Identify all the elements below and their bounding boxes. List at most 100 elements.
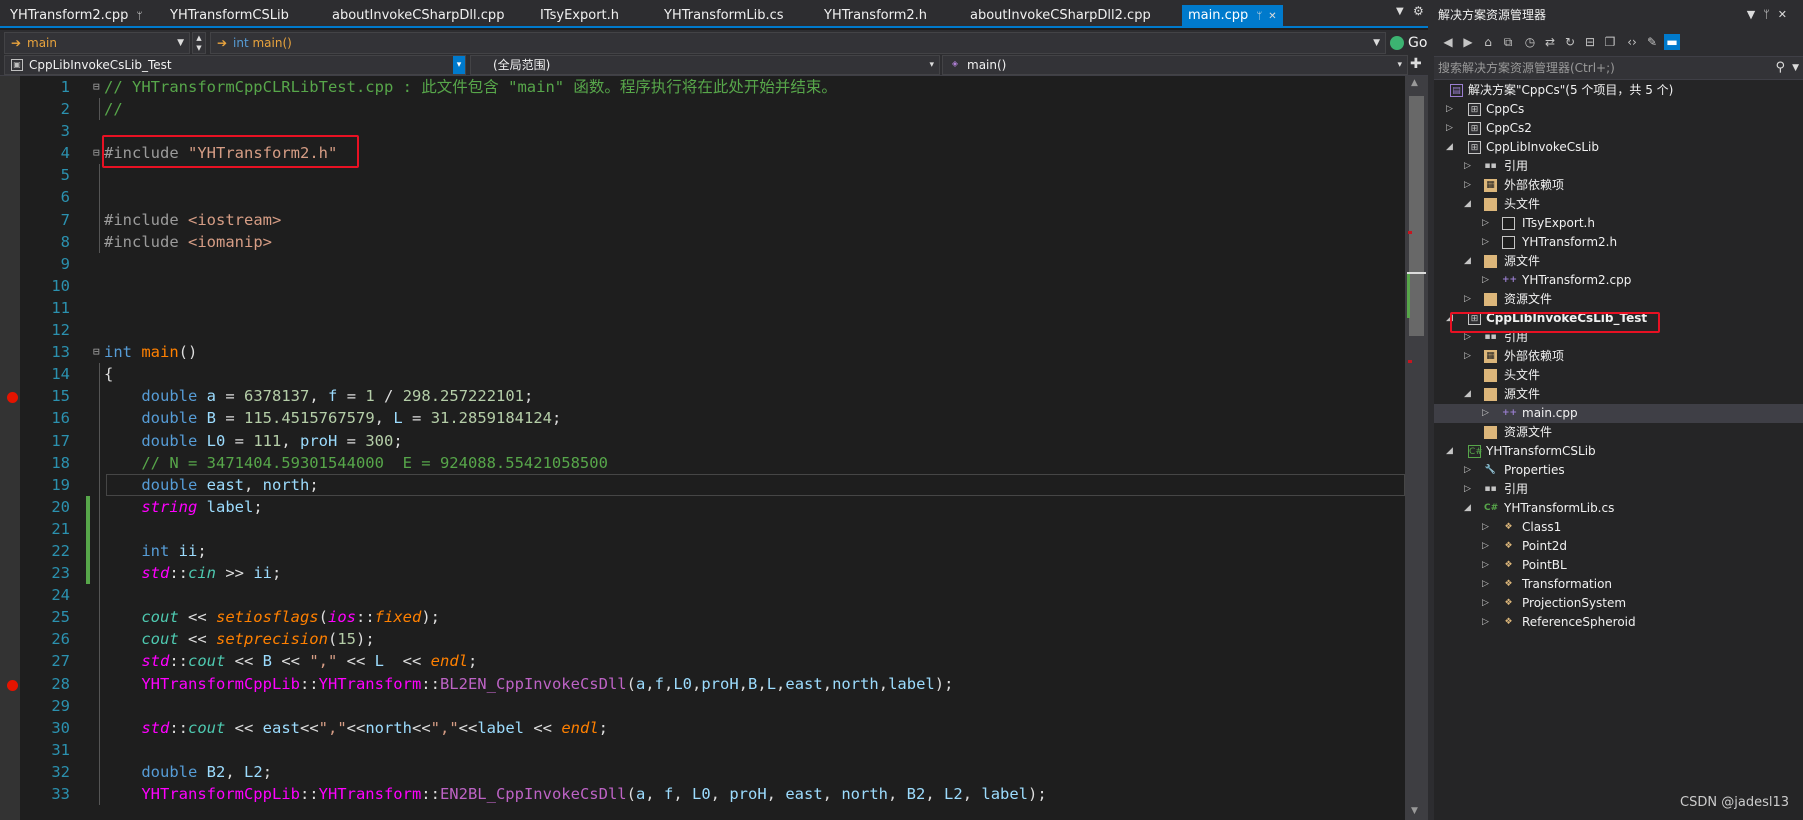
code-line[interactable]: 22 int ii; [20,540,1405,562]
member-combo[interactable]: ◈ main() ▾ [942,55,1408,75]
sync-icon[interactable]: ⇄ [1542,34,1558,50]
tab-aboutinvokecsharpdll-cpp[interactable]: aboutInvokeCSharpDll.cpp [326,5,510,26]
code-editor[interactable]: 1⊟// YHTransformCppCLRLibTest.cpp : 此文件包… [0,76,1405,820]
tree-node-file[interactable]: ▷YHTransform2.h [1434,233,1803,252]
expand-icon[interactable]: ▷ [1464,290,1474,309]
code-line[interactable]: 25 cout << setiosflags(ios::fixed); [20,606,1405,628]
breakpoint-icon[interactable] [7,680,18,691]
tab-itsyexport-h[interactable]: ITsyExport.h [534,5,625,26]
switch-views-icon[interactable]: ⧉ [1500,34,1516,50]
code-line[interactable]: 17 double L0 = 111, proH = 300; [20,430,1405,452]
properties-wrench-icon[interactable]: ✎ [1644,34,1660,50]
collapse-icon[interactable]: ◢ [1464,195,1474,214]
code-line[interactable]: 9 [20,253,1405,275]
back-icon[interactable]: ◀ [1440,34,1456,50]
expand-icon[interactable]: ▷ [1464,480,1474,499]
tree-node-class[interactable]: ▷❖Transformation [1434,575,1803,594]
refresh-icon[interactable]: ↻ [1562,34,1578,50]
tab-aboutinvokecsharpdll2-cpp[interactable]: aboutInvokeCSharpDll2.cpp [964,5,1157,26]
tree-node-properties[interactable]: ▷🔧Properties [1434,461,1803,480]
pin-icon[interactable]: ᛘ [136,11,142,22]
code-line[interactable]: 13⊟int main() [20,341,1405,363]
tree-node-class[interactable]: ▷❖Point2d [1434,537,1803,556]
code-line[interactable]: 2// [20,98,1405,120]
scrollbar-thumb[interactable] [1409,96,1424,336]
scope-combo[interactable]: (全局范围) ▾ [470,55,940,75]
code-line[interactable]: 7#include <iostream> [20,209,1405,231]
show-all-files-icon[interactable]: ❐ [1602,34,1618,50]
code-line[interactable]: 31 [20,739,1405,761]
breakpoint-margin[interactable] [0,76,20,820]
expand-icon[interactable]: ▷ [1482,214,1492,233]
expand-icon[interactable]: ▷ [1446,119,1456,138]
code-line[interactable]: 32 double B2, L2; [20,761,1405,783]
expand-icon[interactable]: ▷ [1464,461,1474,480]
pin-icon[interactable]: ᛘ [1763,8,1778,21]
tree-node-folder[interactable]: 头文件 [1434,366,1803,385]
code-lines[interactable]: 1⊟// YHTransformCppCLRLibTest.cpp : 此文件包… [20,76,1405,805]
code-line[interactable]: 14{ [20,363,1405,385]
solution-search-input[interactable]: 搜索解决方案资源管理器(Ctrl+;) ⚲ ▼ [1434,56,1803,80]
code-line[interactable]: 1⊟// YHTransformCppCLRLibTest.cpp : 此文件包… [20,76,1405,98]
expand-icon[interactable]: ▷ [1482,556,1492,575]
code-line[interactable]: 33 YHTransformCppLib::YHTransform::EN2BL… [20,783,1405,805]
code-line[interactable]: 15 double a = 6378137, f = 1 / 298.25722… [20,385,1405,407]
tree-node-solution[interactable]: ▤解决方案"CppCs"(5 个项目，共 5 个) [1434,81,1803,100]
tree-node-folder[interactable]: ◢源文件 [1434,385,1803,404]
collapse-icon[interactable]: ◢ [1464,252,1474,271]
go-button[interactable]: Go [1388,32,1427,54]
code-line[interactable]: 12 [20,319,1405,341]
search-icon[interactable]: ⚲ [1775,57,1785,79]
code-line[interactable]: 19 double east, north; [20,474,1405,496]
tree-node-references[interactable]: ▷▪▪引用 [1434,157,1803,176]
tab-yhtransform2-cpp[interactable]: YHTransform2.cppᛘ [4,5,148,26]
vertical-scrollbar[interactable]: ▲ ▼ [1405,76,1428,820]
tree-node-file[interactable]: ◢C#YHTransformLib.cs [1434,499,1803,518]
tree-node-class[interactable]: ▷❖PointBL [1434,556,1803,575]
expand-icon[interactable]: ▷ [1482,575,1492,594]
tab-yhtransformlib-cs[interactable]: YHTransformLib.cs [658,5,790,26]
close-icon[interactable]: ✕ [1268,11,1276,22]
expand-icon[interactable]: ▷ [1482,404,1492,423]
scroll-down-icon[interactable]: ▼ [1411,806,1418,816]
tree-node-file[interactable]: ▷ITsyExport.h [1434,214,1803,233]
expand-icon[interactable]: ▷ [1482,518,1492,537]
expand-icon[interactable]: ▷ [1464,157,1474,176]
tab-list-dropdown-icon[interactable]: ▼ [1396,6,1404,17]
gear-icon[interactable]: ⚙ [1413,4,1424,18]
home-icon[interactable]: ⌂ [1480,34,1496,50]
collapse-icon[interactable]: ◢ [1446,138,1456,157]
tree-node-folder[interactable]: ◢头文件 [1434,195,1803,214]
preview-selected-icon[interactable]: ▬ [1664,34,1680,50]
tree-node-file[interactable]: ▷++YHTransform2.cpp [1434,271,1803,290]
tree-node-references[interactable]: ▷▪▪引用 [1434,480,1803,499]
expand-icon[interactable]: ▷ [1482,537,1492,556]
expand-icon[interactable]: ▷ [1464,347,1474,366]
tree-node-class[interactable]: ▷❖ProjectionSystem [1434,594,1803,613]
code-line[interactable]: 30 std::cout << east<<","<<north<<","<<l… [20,717,1405,739]
code-line[interactable]: 23 std::cin >> ii; [20,562,1405,584]
close-icon[interactable]: ✕ [1778,8,1795,21]
code-line[interactable]: 18 // N = 3471404.59301544000 E = 924088… [20,452,1405,474]
code-line[interactable]: 20 string label; [20,496,1405,518]
tree-node-class[interactable]: ▷❖ReferenceSpheroid [1434,613,1803,632]
collapse-icon[interactable]: ◢ [1446,442,1456,461]
tree-node-project[interactable]: ▷⊞CppCs [1434,100,1803,119]
tree-node-external-deps[interactable]: ▷▦外部依赖项 [1434,176,1803,195]
expand-icon[interactable]: ▷ [1482,271,1492,290]
code-line[interactable]: 24 [20,584,1405,606]
code-line[interactable]: 6 [20,186,1405,208]
chevron-down-icon[interactable]: ▼ [1792,57,1799,79]
tab-yhtransform2-h[interactable]: YHTransform2.h [818,5,933,26]
tree-node-folder[interactable]: ◢源文件 [1434,252,1803,271]
function-combo[interactable]: ➔ main ▼ [4,32,190,54]
tree-node-external-deps[interactable]: ▷▦外部依赖项 [1434,347,1803,366]
collapse-icon[interactable]: ◢ [1464,499,1474,518]
code-line[interactable]: 21 [20,518,1405,540]
project-combo[interactable]: ▣ CppLibInvokeCsLib_Test ▾ [4,55,466,75]
code-line[interactable]: 28 YHTransformCppLib::YHTransform::BL2EN… [20,673,1405,695]
tab-yhtransformcslib[interactable]: YHTransformCSLib [164,5,295,26]
collapse-icon[interactable]: ◢ [1464,385,1474,404]
tree-node-project[interactable]: ◢C#YHTransformCSLib [1434,442,1803,461]
collapse-all-icon[interactable]: ⊟ [1582,34,1598,50]
